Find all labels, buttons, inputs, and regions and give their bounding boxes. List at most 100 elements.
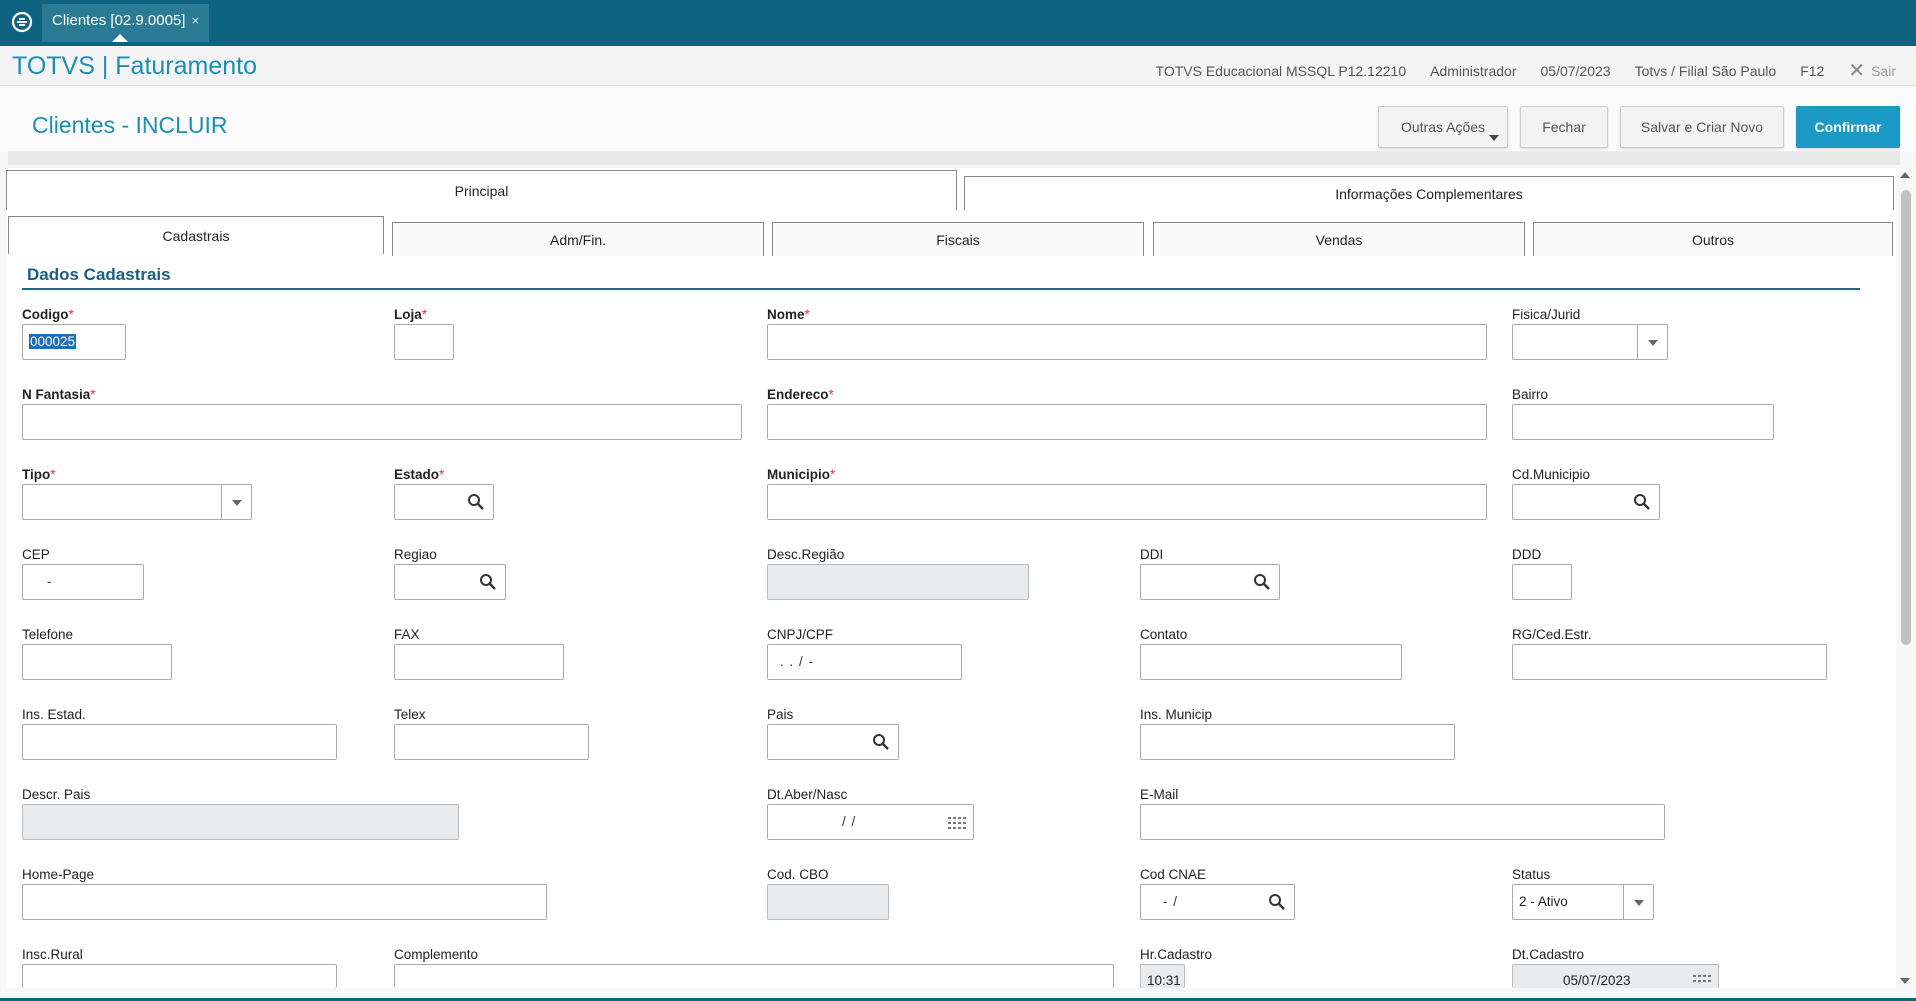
insc-rural-input[interactable] <box>22 964 337 988</box>
ins-estad-input[interactable] <box>22 724 337 760</box>
magnifier-icon[interactable] <box>479 573 497 591</box>
fechar-button[interactable]: Fechar <box>1520 106 1608 148</box>
estado-label: Estado* <box>394 467 445 482</box>
regiao-label: Regiao <box>394 547 437 562</box>
cnpj-cpf-label: CNPJ/CPF <box>767 627 834 642</box>
status-label: Status <box>1512 867 1551 882</box>
cd-municipio-label: Cd.Municipio <box>1512 467 1591 482</box>
tab-vendas[interactable]: Vendas <box>1153 222 1525 256</box>
tab-adm-fin[interactable]: Adm/Fin. <box>392 222 764 256</box>
ddd-label: DDD <box>1512 547 1542 562</box>
tipo-label: Tipo* <box>22 467 56 482</box>
scroll-down-icon[interactable] <box>1900 978 1910 984</box>
telefone-input[interactable] <box>22 644 172 680</box>
dt-aber-nasc-mask: / / <box>842 814 857 829</box>
page-title: Clientes - INCLUIR <box>32 112 228 138</box>
dt-cadastro-value: 05/07/2023 <box>1563 973 1631 988</box>
tab-cadastrais[interactable]: Cadastrais <box>8 216 384 254</box>
cep-label: CEP <box>22 547 50 562</box>
tab-outros[interactable]: Outros <box>1533 222 1893 256</box>
user-label[interactable]: Administrador <box>1430 63 1516 79</box>
endereco-input[interactable] <box>767 404 1487 440</box>
close-icon[interactable]: × <box>191 13 199 28</box>
home-page-label: Home-Page <box>22 867 95 882</box>
status-value: 2 - Ativo <box>1519 894 1568 909</box>
cnpj-cpf-input[interactable]: . . / - <box>767 644 962 680</box>
magnifier-icon[interactable] <box>1268 893 1286 911</box>
magnifier-icon[interactable] <box>1253 573 1271 591</box>
chevron-down-icon[interactable] <box>221 485 251 519</box>
dt-aber-nasc-input[interactable]: / / <box>767 804 974 840</box>
magnifier-icon[interactable] <box>1633 493 1651 511</box>
cod-cnae-mask: - / <box>1163 894 1178 909</box>
header-divider <box>8 151 1900 165</box>
municipio-input[interactable] <box>767 484 1487 520</box>
complemento-input[interactable] <box>394 964 1114 988</box>
ins-municip-input[interactable] <box>1140 724 1455 760</box>
email-label: E-Mail <box>1140 787 1179 802</box>
pais-input[interactable] <box>767 724 899 760</box>
cd-municipio-input[interactable] <box>1512 484 1660 520</box>
hr-cadastro-label: Hr.Cadastro <box>1140 947 1213 962</box>
vertical-scrollbar[interactable] <box>1898 168 1912 988</box>
tab-principal[interactable]: Principal <box>6 170 957 210</box>
calendar-icon[interactable] <box>947 815 967 831</box>
chevron-down-icon <box>1489 135 1499 141</box>
scroll-up-icon[interactable] <box>1900 172 1910 178</box>
telex-label: Telex <box>394 707 426 722</box>
chevron-down-icon[interactable] <box>1637 325 1667 359</box>
fax-input[interactable] <box>394 644 564 680</box>
chevron-down-icon[interactable] <box>1623 885 1653 919</box>
hr-cadastro-value: 10:31 <box>1147 973 1181 988</box>
nome-input[interactable] <box>767 324 1487 360</box>
ddi-input[interactable] <box>1140 564 1280 600</box>
cod-cnae-label: Cod CNAE <box>1140 867 1207 882</box>
calendar-icon <box>1693 975 1711 982</box>
tab-fiscais[interactable]: Fiscais <box>772 222 1144 256</box>
codigo-input[interactable]: 000025 <box>22 324 126 360</box>
home-page-input[interactable] <box>22 884 547 920</box>
cep-mask: - <box>47 574 53 589</box>
magnifier-icon[interactable] <box>872 733 890 751</box>
cep-input[interactable]: - <box>22 564 144 600</box>
n-fantasia-input[interactable] <box>22 404 742 440</box>
salvar-criar-novo-button[interactable]: Salvar e Criar Novo <box>1620 106 1784 148</box>
app-title: TOTVS | Faturamento <box>12 52 258 80</box>
contato-input[interactable] <box>1140 644 1402 680</box>
status-select[interactable]: 2 - Ativo <box>1512 884 1654 920</box>
cod-cnae-input[interactable]: - / <box>1140 884 1295 920</box>
bairro-input[interactable] <box>1512 404 1774 440</box>
totvs-home-icon[interactable] <box>10 10 34 34</box>
outras-acoes-button[interactable]: Outras Ações <box>1378 106 1508 148</box>
descr-pais-input <box>22 804 459 840</box>
outras-acoes-label: Outras Ações <box>1400 119 1486 135</box>
magnifier-icon[interactable] <box>467 493 485 511</box>
fisica-jurid-select[interactable] <box>1512 324 1668 360</box>
tipo-select[interactable] <box>22 484 252 520</box>
exit-button[interactable]: ✕ Sair <box>1848 58 1896 83</box>
telex-input[interactable] <box>394 724 589 760</box>
branch-label[interactable]: Totvs / Filial São Paulo <box>1635 63 1777 79</box>
environment-label: TOTVS Educacional MSSQL P12.12210 <box>1155 62 1407 79</box>
rg-ced-estr-input[interactable] <box>1512 644 1827 680</box>
tab-clientes[interactable]: Clientes [02.9.0005] × <box>42 4 210 42</box>
insc-rural-label: Insc.Rural <box>22 947 83 962</box>
regiao-input[interactable] <box>394 564 506 600</box>
tab-clientes-label: Clientes [02.9.0005] <box>52 12 186 29</box>
date-label[interactable]: 05/07/2023 <box>1541 63 1611 79</box>
tab-informacoes-complementares[interactable]: Informações Complementares <box>964 176 1894 210</box>
scrollbar-thumb[interactable] <box>1901 190 1911 645</box>
ins-estad-label: Ins. Estad. <box>22 707 86 722</box>
dt-aber-nasc-label: Dt.Aber/Nasc <box>767 787 848 802</box>
n-fantasia-label: N Fantasia* <box>22 387 96 402</box>
email-input[interactable] <box>1140 804 1665 840</box>
confirmar-button[interactable]: Confirmar <box>1796 106 1900 148</box>
ddd-input[interactable] <box>1512 564 1572 600</box>
close-icon: ✕ <box>1848 60 1866 82</box>
estado-input[interactable] <box>394 484 494 520</box>
loja-input[interactable] <box>394 324 454 360</box>
help-key[interactable]: F12 <box>1800 63 1824 79</box>
ins-municip-label: Ins. Municip <box>1140 707 1213 722</box>
section-title: Dados Cadastrais <box>27 265 171 284</box>
bairro-label: Bairro <box>1512 387 1549 402</box>
